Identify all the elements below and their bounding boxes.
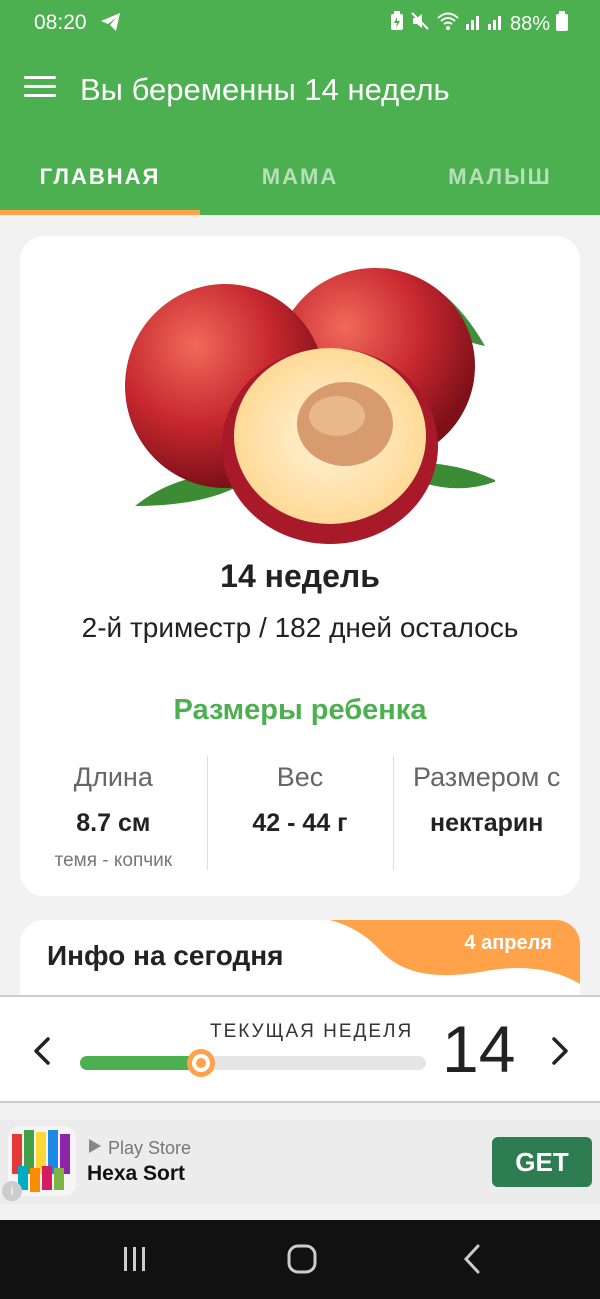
stat-value: 42 - 44 г: [252, 809, 348, 837]
telegram-icon: [100, 12, 122, 37]
stat-label: Размером с: [412, 762, 561, 792]
week-slider-fill: [80, 1056, 202, 1070]
info-date: 4 апреля: [464, 932, 552, 954]
trimester-text: 2-й триместр / 182 дней осталось: [81, 612, 519, 643]
battery-icon: [556, 11, 568, 37]
week-selector: ТЕКУЩАЯ НЕДЕЛЯ 14: [0, 995, 600, 1103]
status-bar: 08:20 88%: [0, 0, 600, 48]
stat-label: Вес: [276, 762, 324, 792]
week-slider[interactable]: [80, 1049, 426, 1077]
chevron-right-icon[interactable]: [544, 1031, 574, 1071]
current-week-label: ТЕКУЩАЯ НЕДЕЛЯ: [210, 1021, 414, 1042]
tab-mom[interactable]: МАМА: [200, 136, 400, 215]
system-nav-bar: [0, 1220, 600, 1299]
stat-length: Длина 8.7 см темя - копчик: [20, 754, 207, 874]
ad-store-label: Play Store: [108, 1138, 192, 1158]
current-week-number: 14: [442, 1012, 516, 1086]
app-bar: Вы беременны 14 недель: [0, 48, 600, 136]
status-time: 08:20: [34, 11, 87, 34]
stat-value: нектарин: [429, 809, 544, 837]
play-store-icon: [88, 1138, 102, 1159]
signal-icon: [465, 12, 482, 36]
stat-sub: темя - копчик: [54, 850, 173, 871]
chevron-left-icon[interactable]: [28, 1031, 58, 1071]
ad-get-button[interactable]: GET: [492, 1137, 592, 1187]
ad-app-name: Hexa Sort: [87, 1162, 186, 1185]
ad-banner[interactable]: Play Store Hexa Sort GET i: [0, 1120, 600, 1204]
ad-store: Play Store: [88, 1138, 191, 1159]
home-icon[interactable]: [286, 1244, 318, 1279]
stat-label: Длина: [73, 762, 153, 792]
info-title: Инфо на сегодня: [47, 940, 284, 971]
recent-apps-icon[interactable]: [120, 1244, 150, 1279]
week-title: 14 недель: [220, 558, 380, 594]
stat-weight: Вес 42 - 44 г: [206, 754, 394, 874]
baby-stats: Длина 8.7 см темя - копчик Вес 42 - 44 г…: [20, 754, 580, 874]
week-slider-thumb[interactable]: [187, 1049, 216, 1077]
battery-percent: 88%: [509, 12, 550, 35]
stat-size-of: Размером с нектарин: [393, 754, 580, 874]
hamburger-menu-icon[interactable]: [24, 76, 56, 102]
tab-bar: ГЛАВНАЯ МАМА МАЛЫШ: [0, 136, 600, 215]
back-icon[interactable]: [458, 1244, 488, 1279]
battery-saver-icon: [390, 11, 404, 37]
signal-icon-2: [487, 12, 504, 36]
week-card: 14 недель 2-й триместр / 182 дней остало…: [20, 236, 580, 896]
stat-value: 8.7 см: [76, 809, 151, 837]
page-title: Вы беременны 14 недель: [80, 72, 450, 107]
wifi-icon: [436, 11, 460, 37]
tab-main[interactable]: ГЛАВНАЯ: [0, 136, 200, 215]
tab-baby[interactable]: МАЛЫШ: [400, 136, 600, 215]
ad-info-icon[interactable]: i: [2, 1181, 22, 1201]
nectarine-image: [125, 268, 495, 544]
baby-sizes-title: Размеры ребенка: [173, 694, 427, 726]
mute-icon: [410, 11, 430, 37]
